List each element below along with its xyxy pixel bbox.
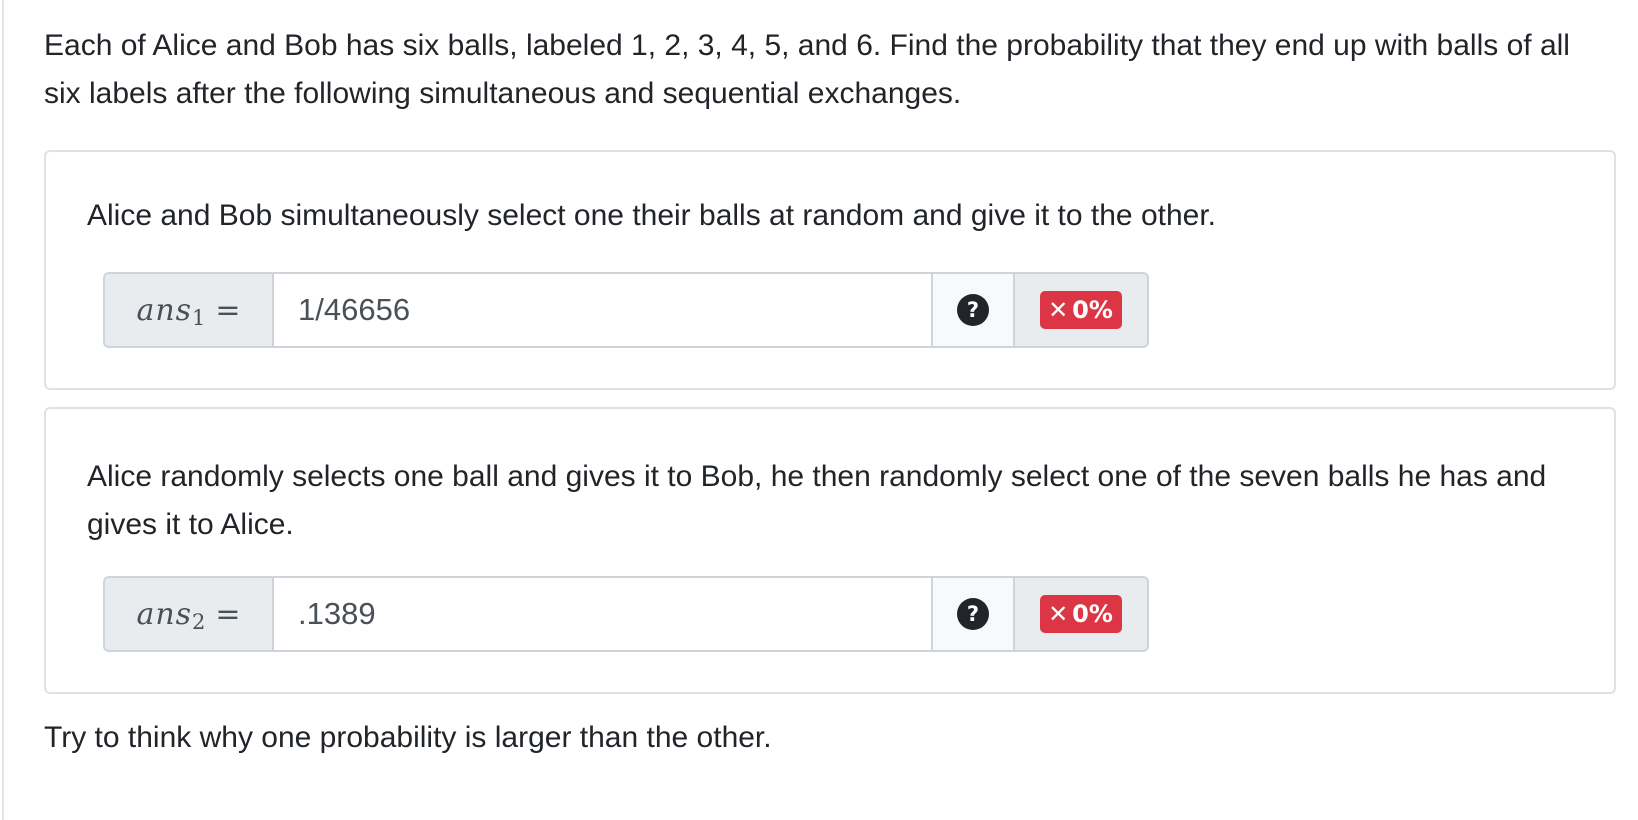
- answer-2-subscript: 2: [192, 610, 206, 634]
- question-circle-icon[interactable]: ?: [957, 598, 989, 630]
- part-2-answer-group: ans2 = ? ✕ 0%: [103, 576, 1149, 652]
- problem-intro-container: Each of Alice and Bob has six balls, lab…: [44, 22, 1614, 118]
- answer-2-label: ans 2 =: [103, 576, 272, 652]
- answer-1-label: ans 1 =: [103, 272, 272, 348]
- left-border: [2, 0, 4, 820]
- answer-1-variable: ans: [136, 292, 193, 328]
- times-icon: ✕: [1048, 296, 1069, 324]
- answer-2-input[interactable]: [272, 576, 933, 652]
- score-badge: ✕ 0%: [1040, 291, 1122, 329]
- score-badge: ✕ 0%: [1040, 595, 1122, 633]
- answer-1-equals: =: [215, 292, 241, 328]
- answer-1-help-addon: ?: [933, 272, 1015, 348]
- hint-text: Try to think why one probability is larg…: [44, 721, 772, 754]
- score-value: 0%: [1072, 296, 1113, 324]
- times-icon: ✕: [1048, 600, 1069, 628]
- part-1-prompt: Alice and Bob simultaneously select one …: [87, 199, 1216, 232]
- question-circle-icon[interactable]: ?: [957, 294, 989, 326]
- score-value: 0%: [1072, 600, 1113, 628]
- answer-2-score-addon: ✕ 0%: [1015, 576, 1149, 652]
- part-2-card: Alice randomly selects one ball and give…: [44, 407, 1616, 694]
- part-1-card: Alice and Bob simultaneously select one …: [44, 150, 1616, 390]
- answer-2-help-addon: ?: [933, 576, 1015, 652]
- answer-2-variable: ans: [136, 596, 193, 632]
- answer-2-equals: =: [215, 596, 241, 632]
- part-1-answer-group: ans1 = ? ✕ 0%: [103, 272, 1149, 348]
- part-2-prompt: Alice randomly selects one ball and give…: [87, 460, 1547, 541]
- answer-1-input[interactable]: [272, 272, 933, 348]
- answer-1-score-addon: ✕ 0%: [1015, 272, 1149, 348]
- problem-intro: Each of Alice and Bob has six balls, lab…: [44, 29, 1570, 110]
- answer-1-subscript: 1: [192, 306, 206, 330]
